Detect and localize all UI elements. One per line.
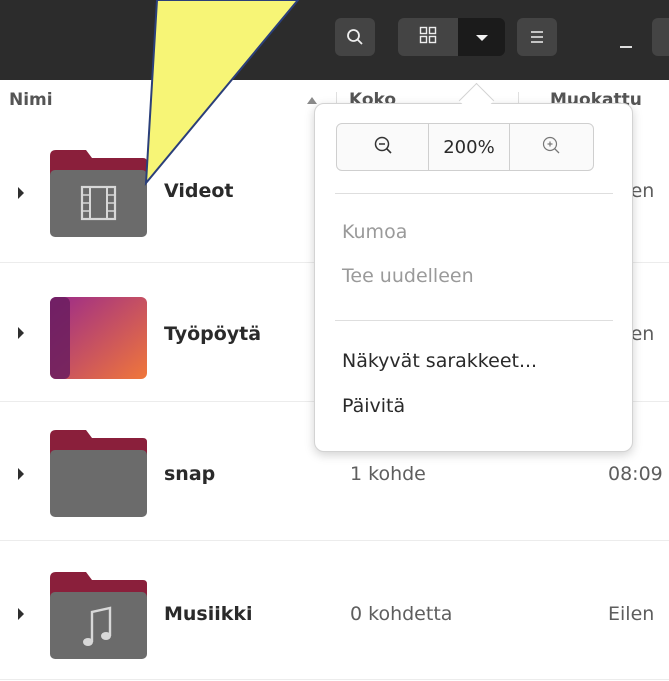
row-modified: Eilen	[608, 603, 655, 625]
grid-view-icon	[419, 26, 437, 48]
hamburger-menu-icon	[529, 30, 545, 44]
menu-separator	[335, 320, 613, 321]
zoom-out-icon	[373, 135, 393, 159]
menu-separator	[335, 193, 613, 194]
redo-menu-item[interactable]: Tee uudelleen	[342, 265, 474, 287]
row-modified: 08:09	[608, 463, 663, 485]
undo-menu-item[interactable]: Kumoa	[342, 221, 407, 243]
row-name: Musiikki	[164, 603, 253, 625]
row-size: 0 kohdetta	[350, 603, 453, 625]
expander-icon[interactable]	[18, 468, 24, 480]
expander-icon[interactable]	[18, 327, 24, 339]
view-options-dropdown-button[interactable]	[458, 18, 505, 56]
zoom-control: 200%	[336, 123, 594, 171]
zoom-out-button[interactable]	[337, 124, 430, 170]
row-name: snap	[164, 463, 216, 485]
grid-view-button[interactable]	[398, 18, 458, 56]
zoom-in-button[interactable]	[510, 124, 593, 170]
main-menu-button[interactable]	[517, 18, 557, 56]
zoom-in-icon	[541, 135, 561, 159]
chevron-down-icon	[475, 28, 489, 47]
search-button[interactable]	[335, 18, 375, 56]
row-size: 1 kohde	[350, 463, 426, 485]
expander-icon[interactable]	[18, 187, 24, 199]
row-name: Työpöytä	[164, 323, 262, 345]
refresh-menu-item[interactable]: Päivitä	[342, 395, 405, 417]
video-folder-icon	[50, 150, 147, 237]
visible-columns-menu-item[interactable]: Näkyvät sarakkeet...	[342, 350, 537, 372]
column-name-header[interactable]: Nimi	[9, 90, 53, 110]
zoom-level-button[interactable]: 200%	[429, 124, 510, 170]
search-icon	[346, 28, 364, 46]
folder-icon	[50, 430, 147, 517]
music-folder-icon	[50, 572, 147, 659]
desktop-folder-icon	[50, 297, 147, 379]
row-name: Videot	[164, 180, 234, 202]
minimize-icon[interactable]	[620, 46, 632, 48]
view-toggle-group	[398, 18, 505, 56]
sort-ascending-icon	[307, 97, 317, 104]
expander-icon[interactable]	[18, 608, 24, 620]
maximize-button[interactable]	[652, 18, 669, 56]
